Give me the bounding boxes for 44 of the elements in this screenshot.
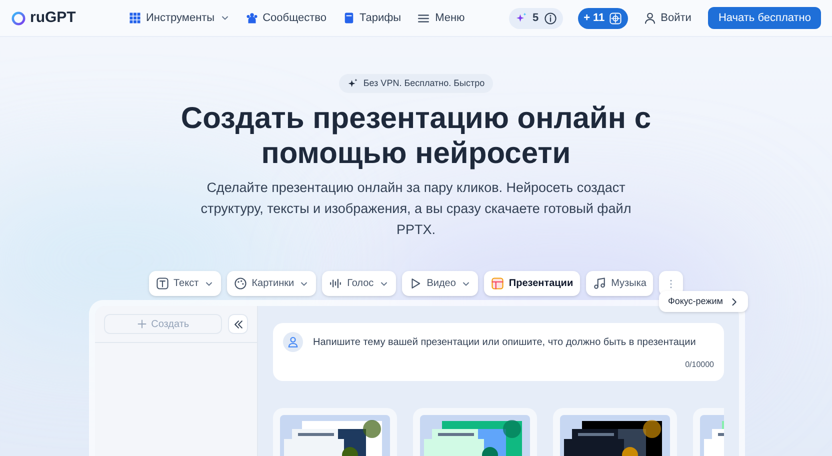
character-counter: 0/10000 <box>685 359 714 371</box>
template-card[interactable] <box>273 408 397 456</box>
nav-link[interactable]: Инструменты <box>129 10 230 26</box>
focus-mode-button[interactable]: Фокус-режим <box>659 291 748 312</box>
page-title: Создать презентацию онлайн с помощью нейросети <box>180 101 652 171</box>
waveform-icon <box>329 277 342 290</box>
menu-icon <box>417 12 430 24</box>
collapse-button[interactable] <box>228 314 248 334</box>
credits-count: 5 <box>532 10 539 26</box>
info-icon <box>544 12 557 24</box>
book-icon <box>342 12 354 24</box>
prompt-placeholder: Напишите тему вашей презентации или опишите, что должно быть в презентации <box>313 336 696 350</box>
prompt-field[interactable]: Напишите тему вашей презентации или опишите, что должно быть в презентации 0/10000 <box>273 323 724 382</box>
plus-icon <box>137 319 148 329</box>
double-chevron-left-icon <box>232 318 244 330</box>
nav-link[interactable]: Тарифы <box>342 10 402 26</box>
credits-badge[interactable]: 5 <box>509 8 563 28</box>
template-card[interactable] <box>553 408 677 456</box>
nav-link[interactable]: Меню <box>417 10 465 26</box>
tool-tab[interactable]: Презентации <box>484 271 580 296</box>
palette-icon <box>234 277 247 290</box>
page-subtitle: Сделайте презентацию онлайн за пару кликов. Нейросеть создаст структуру, тексты и изображения, а вы сразу скачаете готовый файл PPTX. <box>200 179 632 239</box>
tool-tab[interactable]: Видео <box>402 271 478 296</box>
text-icon <box>156 277 168 290</box>
bonus-button[interactable]: + 11 <box>578 8 628 28</box>
tool-tab[interactable]: Музыка <box>586 271 654 296</box>
music-note-icon <box>593 277 606 290</box>
people-icon <box>246 12 258 24</box>
play-icon <box>408 277 422 290</box>
sparkle-icon <box>515 12 528 24</box>
nav-link[interactable]: Сообщество <box>246 10 326 26</box>
tool-tab[interactable]: Голос <box>322 271 396 296</box>
grid-icon <box>129 12 141 24</box>
logo-text[interactable]: ruGPT <box>30 6 76 30</box>
tool-tab[interactable]: Картинки <box>226 271 316 296</box>
sparkle-icon <box>347 78 358 89</box>
logo-ring-icon <box>11 10 26 26</box>
slides-icon <box>490 277 504 290</box>
user-icon <box>644 12 656 24</box>
feature-badge: Без VPN. Бесплатно. Быстро <box>339 74 493 93</box>
tool-tab[interactable]: Текст <box>148 271 221 296</box>
login-link[interactable]: Войти <box>644 10 692 26</box>
start-free-button[interactable]: Начать бесплатно <box>708 7 821 29</box>
user-icon <box>287 336 299 348</box>
